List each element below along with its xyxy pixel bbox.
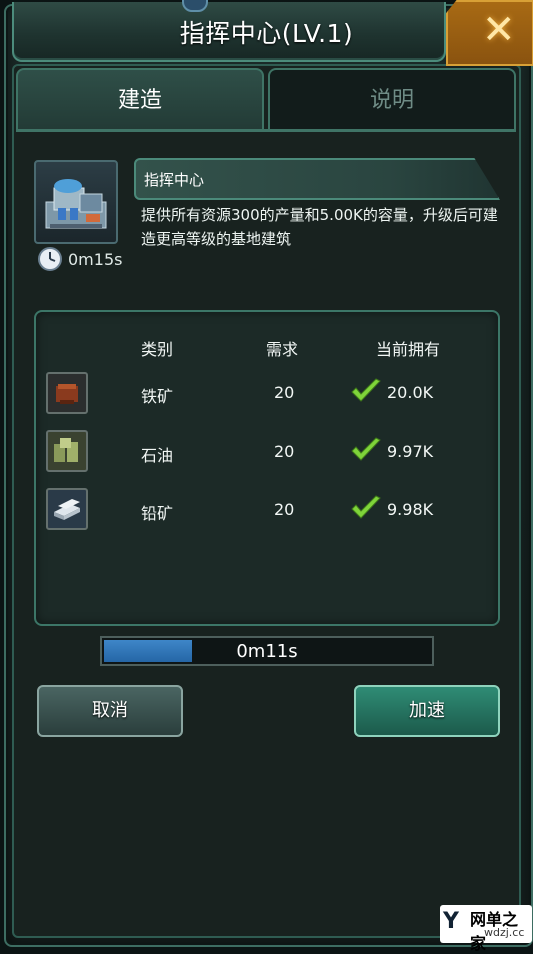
tab-divider bbox=[16, 129, 516, 132]
resource-name: 石油 bbox=[141, 446, 174, 465]
command-center-icon bbox=[34, 160, 118, 244]
building-name-plate: 指挥中心 bbox=[134, 158, 500, 200]
check-icon bbox=[351, 495, 381, 519]
header-category: 类别 bbox=[141, 340, 174, 359]
resource-owned: 9.98K bbox=[387, 500, 434, 519]
check-icon bbox=[351, 437, 381, 461]
tab-info[interactable]: 说明 bbox=[268, 68, 516, 132]
oil-barrels-icon bbox=[46, 430, 88, 472]
resource-required: 20 bbox=[274, 500, 295, 519]
lead-ore-icon bbox=[46, 488, 88, 530]
speed-up-button[interactable]: 加速 bbox=[354, 685, 500, 737]
check-icon bbox=[351, 378, 381, 402]
clock-icon bbox=[38, 247, 62, 271]
resource-required: 20 bbox=[274, 383, 295, 402]
watermark-url: wdzj.cc bbox=[484, 926, 525, 939]
title-ornament bbox=[182, 0, 208, 12]
close-button[interactable]: ✕ bbox=[446, 0, 533, 66]
remaining-time: 0m11s bbox=[236, 641, 298, 662]
build-time: 0m15s bbox=[68, 250, 123, 269]
header-owned: 当前拥有 bbox=[376, 340, 441, 359]
iron-ore-icon bbox=[46, 372, 88, 414]
building-name: 指挥中心 bbox=[144, 171, 205, 189]
resource-owned: 20.0K bbox=[387, 383, 434, 402]
resource-required: 20 bbox=[274, 442, 295, 461]
build-progress-bar: 0m11s bbox=[100, 636, 434, 666]
site-watermark: Y 网单之家 wdzj.cc bbox=[440, 905, 532, 953]
close-icon: ✕ bbox=[482, 7, 516, 53]
resource-name: 铁矿 bbox=[141, 387, 174, 406]
tab-build[interactable]: 建造 bbox=[16, 68, 264, 132]
watermark-logo: Y bbox=[443, 909, 459, 934]
resource-owned: 9.97K bbox=[387, 442, 434, 461]
header-required: 需求 bbox=[266, 340, 299, 359]
building-description: 提供所有资源300的产量和5.00K的容量，升级后可建造更高等级的基地建筑 bbox=[141, 206, 498, 248]
cancel-button[interactable]: 取消 bbox=[37, 685, 183, 737]
resource-name: 铅矿 bbox=[141, 504, 174, 523]
